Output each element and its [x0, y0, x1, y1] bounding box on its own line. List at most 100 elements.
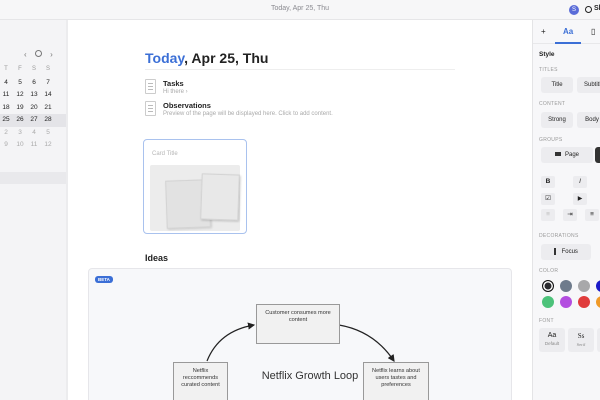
observations-page-link[interactable]: Observations Preview of the page will be… [145, 101, 465, 123]
color-label: COLOR [539, 268, 559, 274]
font-label: FONT [539, 318, 554, 324]
calendar-day[interactable]: 14 [42, 91, 54, 98]
calendar-day[interactable]: 7 [42, 79, 54, 86]
decorations-label: DECORATIONS [539, 233, 579, 239]
group-dark-button[interactable] [595, 147, 600, 163]
observations-title: Observations [163, 101, 211, 110]
color-swatch-selected[interactable] [542, 280, 554, 292]
avatar[interactable]: S [569, 5, 579, 15]
subtitle-style-button[interactable]: Subtitle [577, 77, 600, 93]
weekday-label: S [45, 66, 50, 72]
calendar-day[interactable]: 27 [28, 116, 40, 123]
calendar-week: 9 10 11 12 [0, 139, 66, 152]
calendar-day[interactable]: 9 [0, 141, 12, 148]
content-label: CONTENT [539, 101, 566, 107]
card-block[interactable]: Card Title [143, 139, 247, 234]
groups-label: GROUPS [539, 137, 563, 143]
calendar-day[interactable]: 13 [28, 91, 40, 98]
bold-button[interactable]: B [541, 176, 555, 188]
calendar-day[interactable]: 11 [0, 91, 12, 98]
calendar-day[interactable]: 18 [0, 104, 12, 111]
font-serif-button[interactable]: Ss Serif [568, 328, 594, 352]
body-style-button[interactable]: Body [577, 112, 600, 128]
today-dot-icon[interactable] [34, 50, 42, 58]
chevron-right-icon[interactable]: › [50, 50, 53, 59]
calendar-day-selected[interactable]: 25 [0, 116, 12, 123]
tasks-page-link[interactable]: Tasks Hi there › [145, 79, 465, 101]
panel-section-title: Style [539, 51, 555, 58]
calendar-day[interactable]: 28 [42, 116, 54, 123]
color-swatch[interactable] [542, 296, 554, 308]
active-tab-indicator [555, 42, 581, 44]
style-panel: + Aa ▯ Style TITLES Title Subtitle CONTE… [532, 20, 600, 400]
document-canvas[interactable]: Today, Apr 25, Thu Tasks Hi there › Obse… [68, 20, 532, 400]
color-swatch[interactable] [560, 296, 572, 308]
calendar-day[interactable]: 12 [42, 141, 54, 148]
card-photo-stack [200, 173, 240, 221]
calendar-day[interactable]: 10 [14, 141, 26, 148]
font-default-glyph: Aa [547, 332, 557, 339]
italic-button[interactable]: I [573, 176, 587, 188]
color-swatch[interactable] [578, 280, 590, 292]
color-swatch[interactable] [560, 280, 572, 292]
calendar-day[interactable]: 19 [14, 104, 26, 111]
title-style-button[interactable]: Title [541, 77, 573, 93]
checkbox-icon[interactable]: ☑ [541, 193, 555, 205]
share-button[interactable]: Sh [585, 4, 600, 16]
flow-box-recommend[interactable]: Netflix reccommends curated content [173, 362, 228, 400]
calendar-divider [0, 172, 66, 184]
page-group-label: Page [564, 152, 579, 158]
page-title-date: , Apr 25, Thu [184, 50, 269, 66]
calendar-day[interactable]: 20 [28, 104, 40, 111]
indent-icon[interactable]: ⇥ [563, 209, 577, 221]
calendar-day[interactable]: 5 [14, 79, 26, 86]
add-tab[interactable]: + [541, 27, 546, 36]
flow-box-customer[interactable]: Customer consumes more content [256, 304, 340, 344]
focus-bar-icon [554, 247, 556, 255]
calendar-day[interactable]: 5 [42, 129, 54, 136]
calendar-day[interactable]: 11 [28, 141, 40, 148]
strong-style-button[interactable]: Strong [541, 112, 573, 128]
calendar-day[interactable]: 4 [0, 79, 12, 86]
tasks-subtitle: Hi there › [163, 89, 188, 95]
calendar-week: 18 19 20 21 [0, 102, 66, 115]
flow-box-learns[interactable]: Netflix learns about users tastes and pr… [363, 362, 429, 400]
chevron-left-icon[interactable]: ‹ [24, 50, 27, 59]
font-default-button[interactable]: Aa Default [539, 328, 565, 352]
calendar-day[interactable]: 6 [28, 79, 40, 86]
whiteboard-title[interactable]: Netflix Growth Loop [260, 369, 360, 384]
calendar-nav: ‹ › [24, 50, 59, 59]
calendar-week-current: 25 26 27 28 [0, 114, 66, 127]
text-style-tab[interactable]: Aa [563, 27, 573, 36]
calendar-day[interactable]: 4 [28, 129, 40, 136]
page-group-icon [554, 152, 561, 157]
title-divider [145, 69, 455, 70]
whiteboard[interactable]: BETA Customer consumes more content Netf… [88, 268, 512, 400]
share-icon [585, 6, 592, 13]
titles-label: TITLES [539, 67, 558, 73]
color-swatch[interactable] [596, 280, 600, 292]
focus-label: Focus [561, 249, 578, 255]
focus-decoration-button[interactable]: Focus [541, 244, 591, 260]
page-group-button[interactable]: Page [541, 147, 593, 163]
weekday-label: F [18, 66, 22, 72]
calendar-day[interactable]: 3 [14, 129, 26, 136]
tasks-title: Tasks [163, 79, 184, 88]
font-serif-name: Serif [576, 342, 586, 347]
calendar-day[interactable]: 21 [42, 104, 54, 111]
calendar-day[interactable]: 26 [14, 116, 26, 123]
calendar-day[interactable]: 12 [14, 91, 26, 98]
color-swatch[interactable] [596, 296, 600, 308]
ideas-heading[interactable]: Ideas [145, 253, 168, 263]
window-title: Today, Apr 25, Thu [270, 5, 330, 12]
align-left-icon[interactable]: ≡ [585, 209, 599, 221]
page-title[interactable]: Today, Apr 25, Thu [145, 50, 268, 66]
page-tab-icon[interactable]: ▯ [591, 27, 595, 36]
observations-subtitle: Preview of the page will be displayed he… [163, 111, 333, 117]
toggle-play-icon[interactable]: ▶ [573, 193, 587, 205]
font-default-name: Default [544, 341, 560, 346]
top-bar: Today, Apr 25, Thu S Sh [0, 0, 600, 20]
color-swatch[interactable] [578, 296, 590, 308]
calendar-day[interactable]: 2 [0, 129, 12, 136]
outdent-icon[interactable]: ≡ [541, 209, 555, 221]
